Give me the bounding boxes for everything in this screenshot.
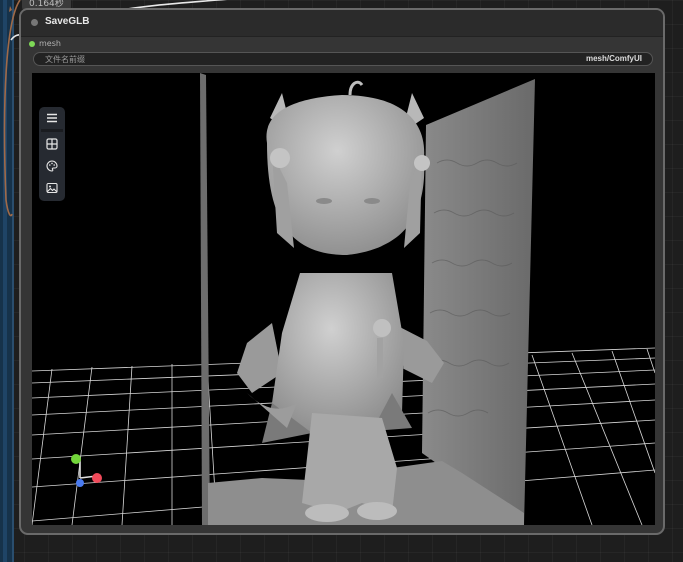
character-model (237, 80, 444, 522)
background-image-button[interactable] (41, 178, 63, 198)
grid-icon (46, 138, 58, 150)
3d-viewport[interactable] (32, 73, 655, 525)
node-title: SaveGLB (45, 16, 90, 27)
save-glb-node[interactable]: SaveGLB mesh 文件名前缀 mesh/ComfyUI (19, 8, 665, 535)
3d-scene (32, 73, 655, 525)
image-icon (46, 182, 58, 194)
input-slot-label: mesh (39, 39, 61, 48)
orientation-gizmo (71, 454, 102, 487)
right-wall (422, 79, 535, 525)
toolbar-divider (41, 129, 63, 132)
viewer-toolbar (39, 107, 65, 201)
input-slot-dot-icon[interactable] (29, 41, 35, 47)
node-title-bar[interactable]: SaveGLB (21, 10, 663, 37)
z-axis-icon (76, 479, 84, 487)
material-button[interactable] (41, 156, 63, 176)
grid-toggle-button[interactable] (41, 134, 63, 154)
menu-icon (47, 113, 57, 123)
collapse-dot-icon[interactable] (31, 19, 38, 26)
widget-label: 文件名前缀 (45, 55, 85, 64)
left-wall (200, 73, 210, 525)
x-axis-icon (92, 473, 102, 483)
palette-icon (46, 160, 58, 172)
y-axis-icon (71, 454, 81, 464)
filename-prefix-widget[interactable]: 文件名前缀 mesh/ComfyUI (33, 52, 653, 66)
menu-button[interactable] (41, 108, 63, 128)
widget-value: mesh/ComfyUI (585, 54, 642, 63)
